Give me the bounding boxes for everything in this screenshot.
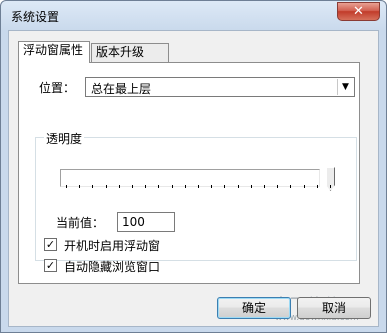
close-button[interactable]: ✕ xyxy=(337,2,380,21)
opacity-slider-track[interactable] xyxy=(60,169,320,187)
opacity-group-title: 透明度 xyxy=(44,130,85,147)
tab-float-window-properties[interactable]: 浮动窗属性 xyxy=(18,41,90,63)
position-label: 位置： xyxy=(39,81,76,95)
autostart-label: 开机时启用浮动窗 xyxy=(64,239,161,253)
settings-dialog: 系统设置 ✕ 浮动窗属性 版本升级 位置： 总在最上层 ▼ 透明度 当前值： 1… xyxy=(0,0,387,333)
dialog-client-area: 浮动窗属性 版本升级 位置： 总在最上层 ▼ 透明度 当前值： 100 ✓ 开机… xyxy=(8,30,379,327)
autohide-checkbox[interactable]: ✓ xyxy=(44,259,57,272)
chevron-down-icon[interactable]: ▼ xyxy=(337,79,353,95)
current-value-label: 当前值： xyxy=(56,216,105,230)
cancel-button[interactable]: 取消 xyxy=(297,297,371,319)
position-select[interactable]: 总在最上层 ▼ xyxy=(85,77,355,97)
ok-button[interactable]: 确定 xyxy=(217,297,291,319)
position-select-value: 总在最上层 xyxy=(91,82,152,96)
autostart-checkbox[interactable]: ✓ xyxy=(44,238,57,251)
tab-version-upgrade[interactable]: 版本升级 xyxy=(91,43,169,62)
title-bar[interactable]: 系统设置 ✕ xyxy=(1,1,386,29)
window-title: 系统设置 xyxy=(11,10,60,24)
current-value-input[interactable]: 100 xyxy=(117,212,175,232)
close-icon: ✕ xyxy=(353,4,364,19)
autohide-label: 自动隐藏浏览窗口 xyxy=(64,260,161,274)
